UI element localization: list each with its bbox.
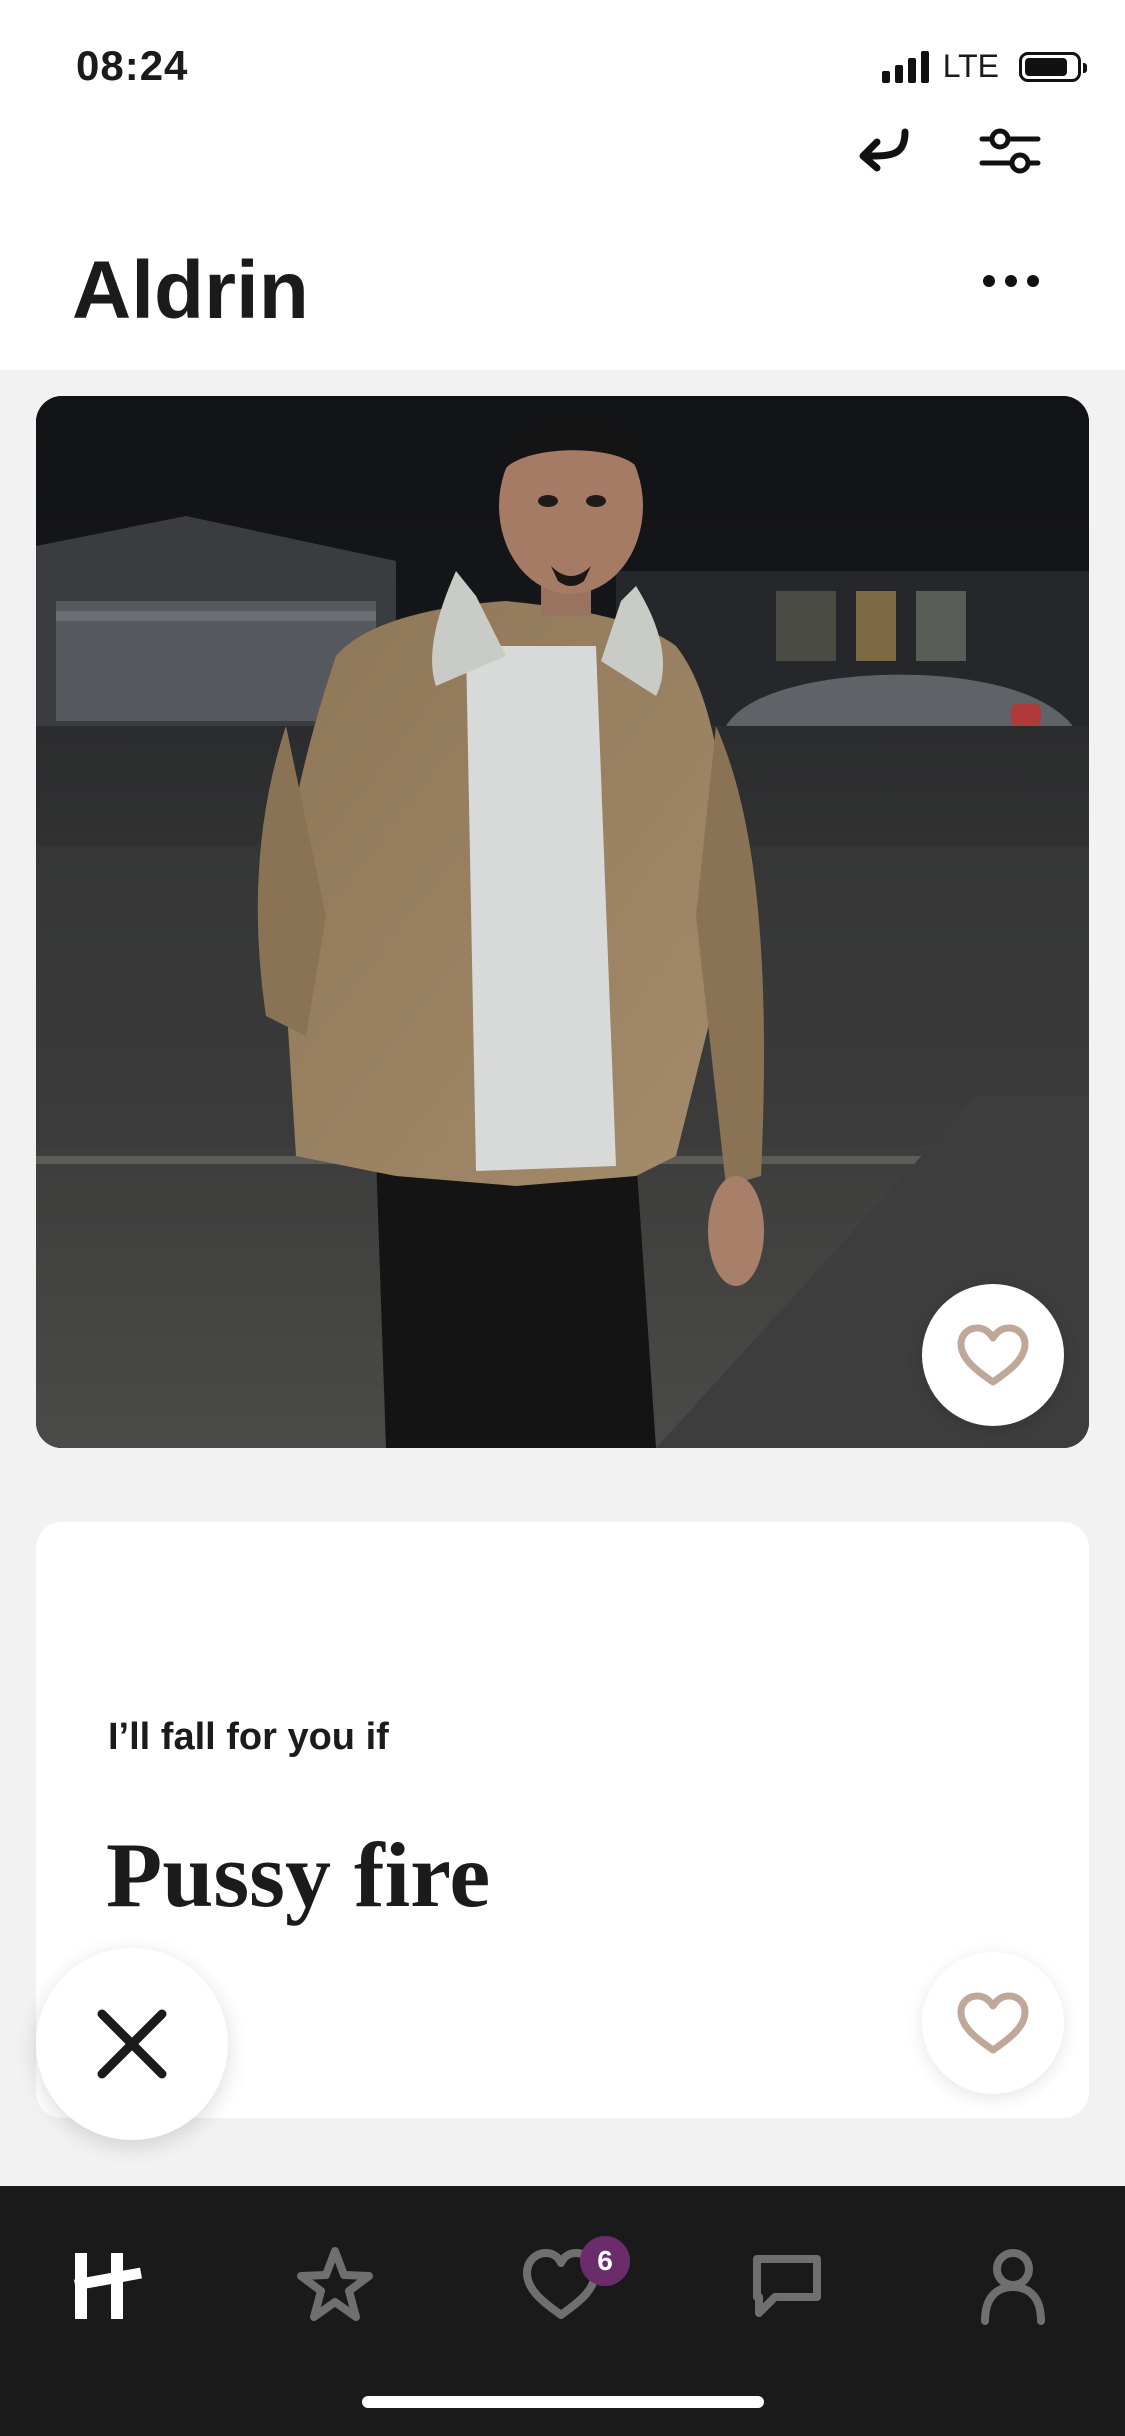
undo-arrow-icon — [859, 128, 909, 172]
ellipsis-icon — [983, 275, 1039, 287]
top-bar: 08:24 LTE Aldrin — [0, 0, 1125, 370]
likes-count-badge: 6 — [580, 2236, 630, 2286]
heart-icon — [957, 1992, 1029, 2054]
home-indicator — [362, 2396, 764, 2408]
tab-home[interactable] — [54, 2230, 164, 2340]
tab-standouts[interactable] — [280, 2230, 390, 2340]
signal-icon — [881, 50, 929, 83]
chat-icon — [753, 2255, 821, 2317]
filter-button[interactable] — [974, 120, 1046, 182]
person-icon — [981, 2249, 1045, 2325]
sliders-icon — [979, 128, 1041, 174]
skip-button[interactable] — [36, 1948, 228, 2140]
star-icon — [297, 2247, 373, 2321]
tab-profile[interactable] — [958, 2230, 1068, 2340]
hinge-logo-icon — [74, 2253, 142, 2319]
like-prompt-button[interactable] — [922, 1952, 1064, 2094]
status-time: 08:24 — [76, 42, 189, 89]
undo-button[interactable] — [848, 118, 918, 178]
status-indicators: LTE — [881, 48, 1087, 85]
network-label: LTE — [942, 48, 999, 84]
prompt-question: I’ll fall for you if — [108, 1716, 389, 1758]
profile-photo[interactable] — [36, 396, 1089, 1448]
profile-name: Aldrin — [72, 245, 309, 336]
x-icon — [97, 2009, 167, 2079]
profile-photo-image — [36, 396, 1089, 1448]
more-options-button[interactable] — [976, 258, 1046, 304]
prompt-answer: Pussy fire — [106, 1824, 491, 1926]
tab-messages[interactable] — [732, 2230, 842, 2340]
like-photo-button[interactable] — [922, 1284, 1064, 1426]
battery-icon — [1019, 51, 1087, 82]
heart-icon — [957, 1324, 1029, 1386]
